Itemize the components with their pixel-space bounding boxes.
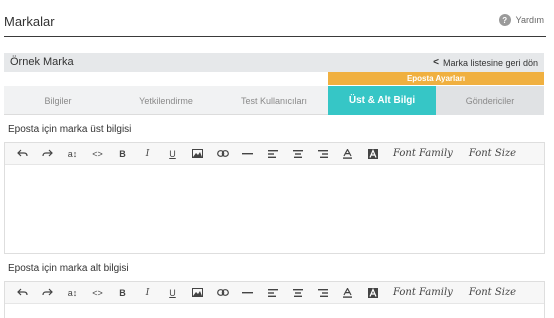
- background-color-icon[interactable]: [360, 282, 385, 304]
- superscript-button[interactable]: a↕: [60, 282, 85, 304]
- page-title: Markalar: [4, 14, 55, 29]
- header-editor-content[interactable]: [5, 165, 544, 253]
- tabs: Bilgiler Yetkilendirme Test Kullanıcılar…: [4, 86, 544, 115]
- tab-yetkilendirme[interactable]: Yetkilendirme: [112, 86, 220, 115]
- footer-editor-label: Eposta için marka alt bilgisi: [8, 263, 129, 274]
- tab-group-header: Eposta Ayarları: [328, 72, 544, 85]
- tab-test-kullanicilari[interactable]: Test Kullanıcıları: [220, 86, 328, 115]
- link-icon[interactable]: [210, 143, 235, 165]
- header-editor: a↕ <> B I U Font Family Font Size: [4, 142, 545, 254]
- italic-button[interactable]: I: [135, 143, 160, 165]
- question-icon: ?: [498, 14, 511, 26]
- undo-icon[interactable]: [10, 282, 35, 304]
- brand-bar: Örnek Marka < Marka listesine geri dön: [4, 53, 544, 72]
- underline-button[interactable]: U: [160, 282, 185, 304]
- align-right-icon[interactable]: [310, 143, 335, 165]
- footer-editor-content[interactable]: [5, 304, 544, 318]
- align-center-icon[interactable]: [285, 282, 310, 304]
- help-link[interactable]: ? Yardım: [498, 14, 544, 26]
- align-left-icon[interactable]: [260, 282, 285, 304]
- code-view-button[interactable]: <>: [85, 143, 110, 165]
- footer-editor: a↕ <> B I U Font Family Font Size: [4, 281, 545, 318]
- tab-ust-alt-bilgi[interactable]: Üst & Alt Bilgi: [328, 86, 436, 115]
- font-size-select[interactable]: Font Size: [469, 148, 516, 159]
- align-right-icon[interactable]: [310, 282, 335, 304]
- undo-icon[interactable]: [10, 143, 35, 165]
- image-icon[interactable]: [185, 282, 210, 304]
- image-icon[interactable]: [185, 143, 210, 165]
- italic-button[interactable]: I: [135, 282, 160, 304]
- redo-icon[interactable]: [35, 143, 60, 165]
- tab-strip: Eposta Ayarları Bilgiler Yetkilendirme T…: [4, 72, 544, 115]
- code-view-button[interactable]: <>: [85, 282, 110, 304]
- text-color-icon[interactable]: [335, 282, 360, 304]
- bold-button[interactable]: B: [110, 282, 135, 304]
- header-editor-label: Eposta için marka üst bilgisi: [8, 124, 132, 135]
- bold-button[interactable]: B: [110, 143, 135, 165]
- tab-gondericiler[interactable]: Göndericiler: [436, 86, 544, 115]
- page-header: Markalar ? Yardım: [4, 0, 546, 37]
- footer-editor-toolbar: a↕ <> B I U Font Family Font Size: [5, 282, 544, 304]
- header-editor-toolbar: a↕ <> B I U Font Family Font Size: [5, 143, 544, 165]
- superscript-button[interactable]: a↕: [60, 143, 85, 165]
- horizontal-rule-icon[interactable]: [235, 143, 260, 165]
- chevron-left-icon: <: [433, 57, 439, 68]
- underline-button[interactable]: U: [160, 143, 185, 165]
- link-icon[interactable]: [210, 282, 235, 304]
- align-left-icon[interactable]: [260, 143, 285, 165]
- align-center-icon[interactable]: [285, 143, 310, 165]
- horizontal-rule-icon[interactable]: [235, 282, 260, 304]
- background-color-icon[interactable]: [360, 143, 385, 165]
- back-link-label: Marka listesine geri dön: [442, 57, 538, 68]
- font-size-select[interactable]: Font Size: [469, 287, 516, 298]
- help-label: Yardım: [515, 15, 544, 25]
- tab-bilgiler[interactable]: Bilgiler: [4, 86, 112, 115]
- back-to-brand-list-link[interactable]: < Marka listesine geri dön: [433, 57, 538, 68]
- font-family-select[interactable]: Font Family: [393, 287, 453, 298]
- redo-icon[interactable]: [35, 282, 60, 304]
- text-color-icon[interactable]: [335, 143, 360, 165]
- font-family-select[interactable]: Font Family: [393, 148, 453, 159]
- brand-name: Örnek Marka: [10, 56, 74, 68]
